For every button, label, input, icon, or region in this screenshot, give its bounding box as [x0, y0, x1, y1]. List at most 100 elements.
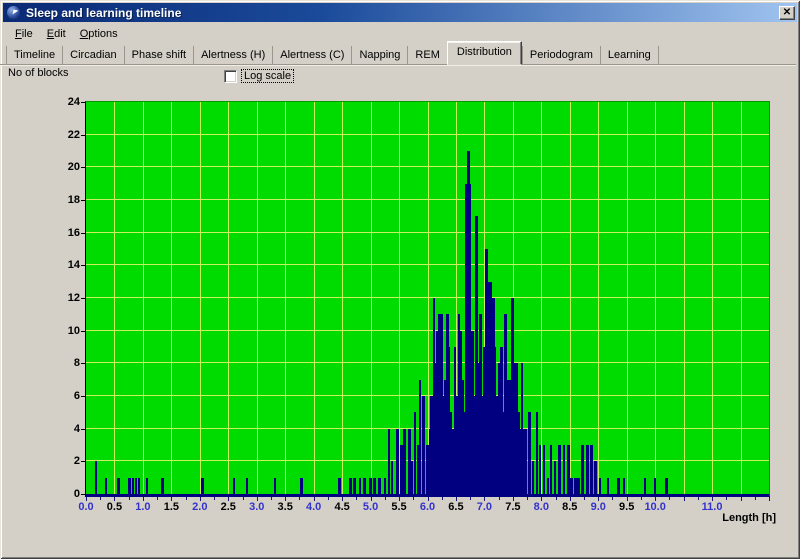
- histogram-bar: [146, 478, 149, 494]
- app-icon: [7, 6, 20, 19]
- grid-line-vertical: [200, 102, 201, 494]
- tab-rem[interactable]: REM: [407, 46, 446, 65]
- x-axis-tick: [755, 497, 756, 500]
- grid-line-vertical: [342, 102, 343, 494]
- x-axis-tick: [612, 497, 613, 500]
- log-scale-label[interactable]: Log scale: [241, 69, 294, 83]
- close-icon: ✕: [783, 7, 791, 18]
- tab-timeline[interactable]: Timeline: [6, 46, 62, 65]
- y-axis-tick: [81, 494, 85, 495]
- histogram-bar: [349, 478, 352, 494]
- y-tick-label: 8: [54, 357, 80, 369]
- histogram-bar: [396, 429, 399, 494]
- histogram-bar: [384, 478, 387, 494]
- grid-line-vertical: [598, 102, 599, 494]
- histogram-bar: [558, 445, 561, 494]
- histogram-plot-area: [85, 101, 770, 497]
- histogram-bar: [599, 478, 602, 494]
- grid-line-vertical: [684, 102, 685, 494]
- y-axis-tick: [81, 102, 85, 103]
- y-axis-tick: [81, 135, 85, 136]
- x-axis-tick: [684, 497, 685, 501]
- tab-alertness-c[interactable]: Alertness (C): [272, 46, 351, 65]
- x-axis-tick: [299, 497, 300, 500]
- y-axis-tick: [81, 396, 85, 397]
- tab-circadian[interactable]: Circadian: [62, 46, 123, 65]
- x-axis-tick: [669, 497, 670, 500]
- histogram-bar: [554, 461, 557, 494]
- histogram-bar: [525, 429, 528, 494]
- histogram-bar: [422, 396, 425, 494]
- y-tick-label: 22: [54, 129, 80, 141]
- x-axis-tick: [442, 497, 443, 500]
- menu-item-options[interactable]: Options: [73, 26, 125, 42]
- histogram-bar: [388, 429, 391, 494]
- titlebar[interactable]: Sleep and learning timeline ✕: [3, 3, 797, 22]
- tab-alertness-h[interactable]: Alertness (H): [193, 46, 272, 65]
- y-axis-tick: [81, 429, 85, 430]
- y-tick-label: 16: [54, 227, 80, 239]
- y-tick-label: 20: [54, 161, 80, 173]
- grid-line-vertical: [228, 102, 229, 494]
- histogram-bar: [623, 478, 626, 494]
- tab-distribution[interactable]: Distribution: [447, 41, 522, 65]
- tab-learning[interactable]: Learning: [600, 46, 659, 65]
- histogram-bar: [654, 478, 657, 494]
- histogram-bar: [400, 445, 403, 494]
- histogram-bar: [590, 445, 593, 494]
- x-axis-tick: [499, 497, 500, 500]
- x-axis-tick: [556, 497, 557, 500]
- histogram-bar: [105, 478, 108, 494]
- histogram-bar: [233, 478, 236, 494]
- grid-line-vertical: [399, 102, 400, 494]
- grid-line-vertical: [655, 102, 656, 494]
- log-scale-checkbox[interactable]: [224, 70, 237, 83]
- x-axis-tick: [271, 497, 272, 500]
- y-tick-label: 18: [54, 194, 80, 206]
- menu-item-edit[interactable]: Edit: [40, 26, 73, 42]
- histogram-bar: [403, 429, 406, 494]
- tab-phase-shift[interactable]: Phase shift: [124, 46, 193, 65]
- tab-periodogram[interactable]: Periodogram: [522, 46, 600, 65]
- histogram-bar: [532, 461, 535, 494]
- menu-item-file[interactable]: File: [8, 26, 40, 42]
- grid-line-vertical: [627, 102, 628, 494]
- histogram-bar: [359, 478, 362, 494]
- y-axis-tick: [81, 363, 85, 364]
- x-axis-tick: [214, 497, 215, 500]
- y-axis-title: No of blocks: [8, 67, 69, 79]
- grid-line-vertical: [741, 102, 742, 494]
- x-axis-tick: [186, 497, 187, 500]
- x-axis-tick: [243, 497, 244, 500]
- histogram-bar: [594, 461, 597, 494]
- menubar: FileEditOptions: [3, 24, 797, 43]
- histogram-bar: [201, 478, 204, 494]
- tab-napping[interactable]: Napping: [351, 46, 407, 65]
- y-axis-tick: [81, 331, 85, 332]
- histogram-bar: [95, 461, 98, 494]
- close-button[interactable]: ✕: [779, 6, 795, 20]
- y-tick-label: 2: [54, 455, 80, 467]
- histogram-bar: [300, 478, 303, 494]
- y-axis-tick: [81, 298, 85, 299]
- x-axis-tick: [584, 497, 585, 500]
- histogram-bar: [617, 478, 620, 494]
- x-axis-tick: [157, 497, 158, 500]
- histogram-bar: [543, 445, 546, 494]
- x-axis-tick: [527, 497, 528, 500]
- histogram-bar: [338, 478, 341, 494]
- x-axis-tick: [726, 497, 727, 500]
- histogram-bar: [363, 478, 366, 494]
- grid-line-vertical: [314, 102, 315, 494]
- tabstrip: TimelineCircadianPhase shiftAlertness (H…: [2, 44, 798, 65]
- y-tick-label: 6: [54, 390, 80, 402]
- x-axis-tick: [769, 497, 770, 501]
- grid-line-vertical: [285, 102, 286, 494]
- x-axis-tick: [413, 497, 414, 500]
- histogram-bar: [419, 380, 422, 494]
- x-axis-tick: [470, 497, 471, 500]
- x-axis-title: Length [h]: [640, 512, 776, 524]
- histogram-bar: [391, 461, 394, 494]
- histogram-bar: [563, 445, 566, 494]
- grid-line-vertical: [257, 102, 258, 494]
